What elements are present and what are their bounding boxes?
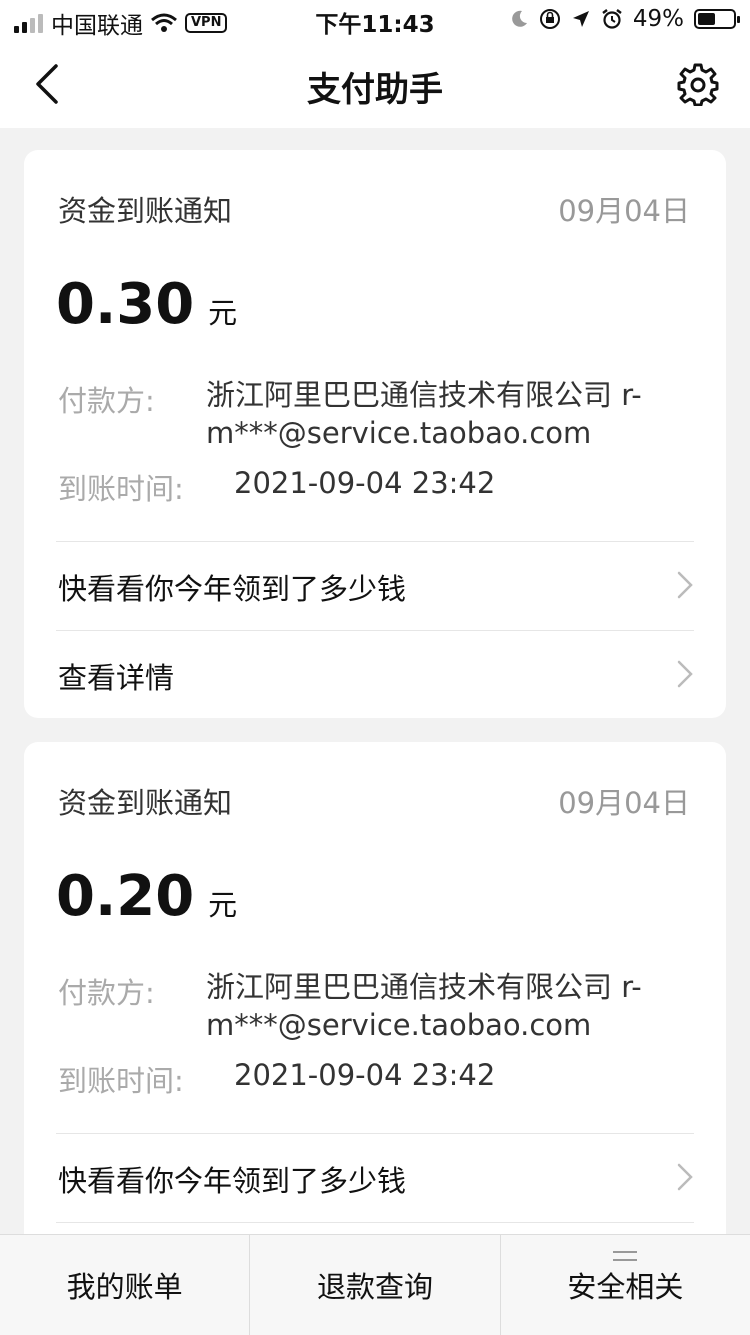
link-row-yearly-income[interactable]: 快看看你今年领到了多少钱: [56, 1133, 694, 1222]
link-label: 快看看你今年领到了多少钱: [58, 1164, 407, 1198]
amount-value: 0.30: [56, 272, 195, 337]
tab-security-label: 安全相关: [567, 1270, 684, 1304]
amount-value: 0.20: [56, 864, 195, 929]
link-label: 快看看你今年领到了多少钱: [58, 572, 407, 606]
chevron-right-icon: [677, 571, 693, 599]
amount-unit: 元: [208, 888, 238, 922]
moon-icon: [512, 10, 527, 27]
amount-unit: 元: [208, 296, 238, 330]
menu-icon: [613, 1251, 638, 1261]
time-value: 2021-09-04 23:42: [234, 466, 496, 500]
battery-icon: [694, 9, 740, 29]
card-date: 09月04日: [558, 786, 690, 820]
amount: 0.30 元: [56, 272, 237, 337]
time-label: 到账时间:: [58, 1064, 184, 1098]
payer-label: 付款方:: [58, 976, 155, 1010]
time-label: 到账时间:: [58, 472, 184, 506]
page-title: 支付助手: [307, 70, 443, 110]
gear-icon[interactable]: [676, 62, 720, 106]
status-bar: 中国联通 VPN 下午11:43 49%: [0, 0, 750, 42]
location-icon: [572, 11, 589, 27]
card-date: 09月04日: [558, 194, 690, 228]
payer-value: 浙江阿里巴巴通信技术有限公司 r-m***@service.taobao.com: [206, 378, 642, 450]
card-title: 资金到账通知: [58, 194, 233, 228]
chevron-right-icon: [677, 660, 693, 688]
chevron-right-icon: [677, 1163, 693, 1191]
tab-my-bills[interactable]: 我的账单: [0, 1235, 249, 1335]
orientation-lock-icon: [539, 9, 560, 29]
notification-card: 资金到账通知 09月04日 0.30 元 付款方: 浙江阿里巴巴通信技术有限公司 …: [24, 150, 726, 718]
link-label: 查看详情: [58, 661, 175, 695]
bottom-tab-bar: 我的账单 退款查询 安全相关: [0, 1234, 750, 1335]
battery-percent: 49%: [632, 6, 684, 32]
amount: 0.20 元: [56, 864, 237, 929]
link-row-yearly-income[interactable]: 快看看你今年领到了多少钱: [56, 541, 694, 630]
notification-card: 资金到账通知 09月04日 0.20 元 付款方: 浙江阿里巴巴通信技术有限公司 …: [24, 742, 726, 1262]
link-row-details[interactable]: 查看详情: [56, 630, 694, 718]
tab-security[interactable]: 安全相关: [499, 1235, 750, 1335]
card-title: 资金到账通知: [58, 786, 233, 820]
time-value: 2021-09-04 23:42: [234, 1058, 496, 1092]
tab-refund-query[interactable]: 退款查询: [249, 1235, 499, 1335]
payer-value: 浙江阿里巴巴通信技术有限公司 r-m***@service.taobao.com: [206, 970, 642, 1042]
payer-label: 付款方:: [58, 384, 155, 418]
alarm-icon: [602, 9, 622, 29]
navigation-bar: 支付助手: [0, 42, 750, 128]
